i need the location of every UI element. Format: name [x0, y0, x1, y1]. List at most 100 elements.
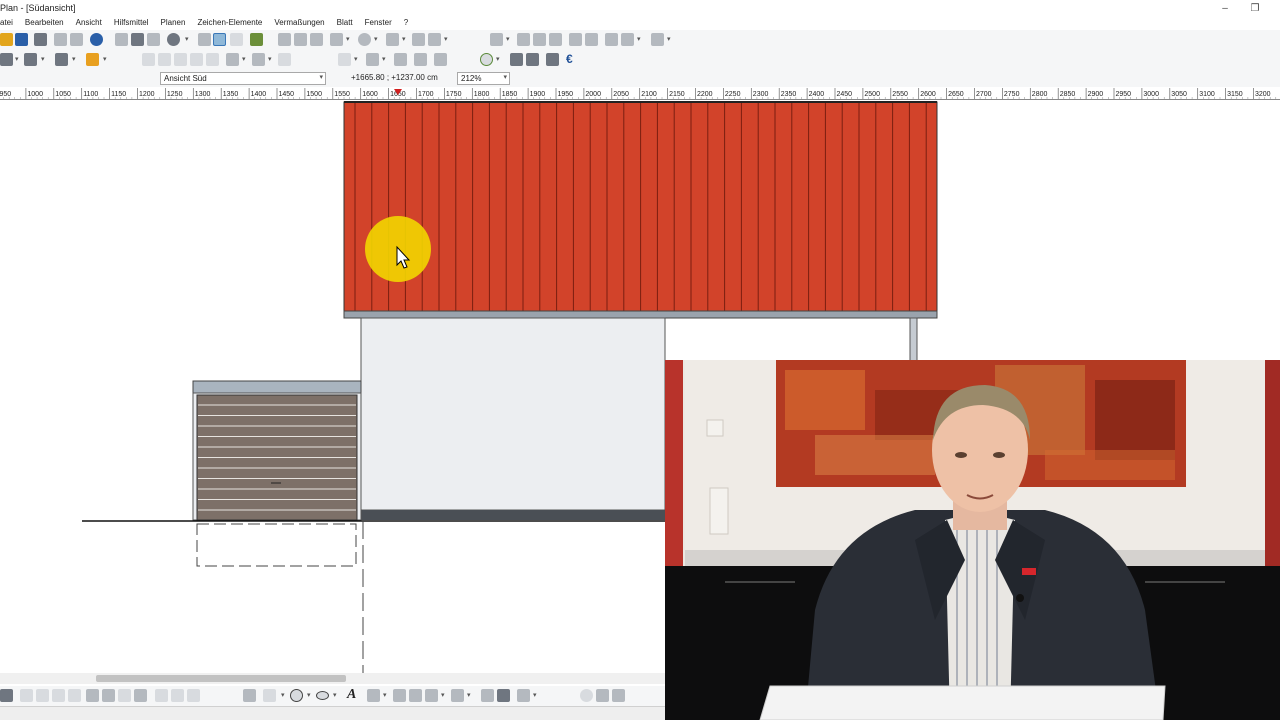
chevron-down-icon[interactable]: ▾	[333, 691, 337, 699]
column-icon[interactable]	[533, 33, 546, 46]
menu-draw-elements[interactable]: Zeichen-Elemente	[191, 18, 268, 27]
house-wall[interactable]	[360, 317, 666, 511]
block-icon[interactable]	[497, 689, 510, 702]
window-cascade-icon[interactable]	[294, 33, 307, 46]
window-tile-icon[interactable]	[278, 33, 291, 46]
chevron-down-icon[interactable]: ▾	[383, 691, 387, 699]
copy-element-icon[interactable]	[20, 689, 33, 702]
chevron-down-icon[interactable]: ▾	[467, 691, 471, 699]
snap-grid-icon[interactable]	[213, 33, 226, 46]
measure-tool-icon[interactable]	[425, 689, 438, 702]
close-icon[interactable]	[187, 689, 200, 702]
delete-icon[interactable]	[510, 53, 523, 66]
chevron-down-icon[interactable]: ▾	[533, 691, 537, 699]
hatch-area-icon[interactable]	[434, 53, 447, 66]
rotate-icon[interactable]	[52, 689, 65, 702]
text-tool-icon[interactable]: A	[347, 687, 356, 703]
menu-view[interactable]: Ansicht	[70, 18, 108, 27]
beam-icon[interactable]	[517, 33, 530, 46]
corner-icon[interactable]	[118, 689, 131, 702]
align-icon[interactable]	[190, 53, 203, 66]
chevron-down-icon[interactable]: ▾	[441, 691, 445, 699]
join-icon[interactable]	[481, 689, 494, 702]
info-icon[interactable]	[90, 33, 103, 46]
hatch-icon[interactable]	[226, 53, 239, 66]
stair-icon[interactable]	[386, 33, 399, 46]
align-icon[interactable]	[142, 53, 155, 66]
euro-icon[interactable]: €	[566, 52, 573, 66]
clipboard-icon[interactable]	[243, 689, 256, 702]
measure-icon[interactable]	[338, 53, 351, 66]
align-icon[interactable]	[158, 53, 171, 66]
menu-file[interactable]: atei	[0, 18, 19, 27]
menu-edit[interactable]: Bearbeiten	[19, 18, 70, 27]
cut-icon[interactable]	[526, 53, 539, 66]
move-icon[interactable]	[36, 689, 49, 702]
minimize-button[interactable]: –	[1210, 0, 1240, 16]
zoom-select[interactable]: 212% ▾	[457, 72, 510, 85]
terrain-icon[interactable]	[250, 33, 263, 46]
chevron-down-icon[interactable]: ▾	[346, 35, 350, 43]
chevron-down-icon[interactable]: ▾	[667, 35, 671, 43]
ellipse-icon[interactable]	[316, 691, 329, 700]
room-icon[interactable]	[490, 33, 503, 46]
symbol-tool-icon[interactable]	[367, 689, 380, 702]
chevron-down-icon[interactable]: ▾	[15, 55, 19, 63]
chevron-down-icon[interactable]: ▾	[103, 55, 107, 63]
restore-button[interactable]: ❐	[1240, 0, 1270, 16]
copy-icon[interactable]	[54, 33, 67, 46]
print-icon[interactable]	[34, 33, 47, 46]
nav-right-icon[interactable]	[171, 689, 184, 702]
storey-icon[interactable]	[0, 53, 13, 66]
align-icon[interactable]	[206, 53, 219, 66]
chevron-down-icon[interactable]: ▾	[268, 55, 272, 63]
pen-icon[interactable]	[409, 689, 422, 702]
menu-help[interactable]: ?	[398, 18, 414, 27]
section-icon[interactable]	[651, 33, 664, 46]
mirror-icon[interactable]	[86, 689, 99, 702]
fill-icon[interactable]	[252, 53, 265, 66]
table-icon[interactable]	[55, 53, 68, 66]
view-select[interactable]: Ansicht Süd ▾	[160, 72, 326, 85]
ungroup-icon[interactable]	[612, 689, 625, 702]
zoom-fit-icon[interactable]	[131, 33, 144, 46]
chevron-down-icon[interactable]: ▾	[637, 35, 641, 43]
zoom-all-icon[interactable]	[147, 33, 160, 46]
select-icon[interactable]	[0, 689, 13, 702]
layer-icon[interactable]	[198, 33, 211, 46]
chevron-down-icon[interactable]: ▾	[354, 55, 358, 63]
circle-icon[interactable]	[290, 689, 303, 702]
chevron-down-icon[interactable]: ▾	[374, 35, 378, 43]
menu-sheet[interactable]: Blatt	[331, 18, 359, 27]
check-icon[interactable]	[580, 689, 593, 702]
line-icon[interactable]	[263, 689, 276, 702]
menu-window[interactable]: Fenster	[359, 18, 398, 27]
home-icon[interactable]	[24, 53, 37, 66]
wall-icon[interactable]	[330, 33, 343, 46]
window-element-icon[interactable]	[428, 33, 441, 46]
text-height-icon[interactable]	[549, 33, 562, 46]
chevron-down-icon[interactable]: ▾	[402, 35, 406, 43]
chevron-down-icon[interactable]: ▾	[307, 691, 311, 699]
arrow-icon[interactable]	[134, 689, 147, 702]
chevron-down-icon[interactable]: ▾	[444, 35, 448, 43]
box-icon[interactable]	[621, 33, 634, 46]
target-icon[interactable]	[480, 53, 493, 66]
menu-planning[interactable]: Planen	[155, 18, 192, 27]
hand-icon[interactable]	[393, 689, 406, 702]
open-folder-icon[interactable]	[0, 33, 13, 46]
scrollbar-thumb[interactable]	[96, 675, 346, 682]
frame-icon[interactable]	[414, 53, 427, 66]
settings-icon[interactable]	[517, 689, 530, 702]
chevron-down-icon[interactable]: ▾	[496, 55, 500, 63]
mountain-icon[interactable]	[278, 53, 291, 66]
zoom-window-icon[interactable]	[115, 33, 128, 46]
chevron-down-icon[interactable]: ▾	[506, 35, 510, 43]
house-color-icon[interactable]	[86, 53, 99, 66]
trim-icon[interactable]	[394, 53, 407, 66]
chevron-down-icon[interactable]: ▾	[72, 55, 76, 63]
chevron-down-icon[interactable]: ▾	[382, 55, 386, 63]
chevron-down-icon[interactable]: ▾	[41, 55, 45, 63]
dormer-icon[interactable]	[412, 33, 425, 46]
object-icon[interactable]	[585, 33, 598, 46]
